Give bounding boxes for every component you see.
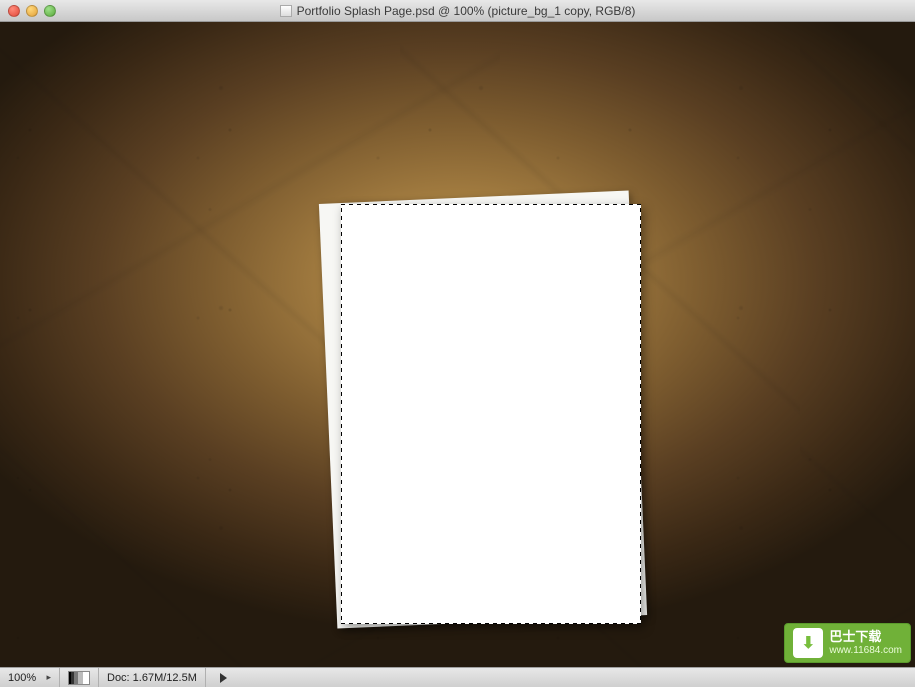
app-window: Portfolio Splash Page.psd @ 100% (pictur… bbox=[0, 0, 915, 687]
window-titlebar[interactable]: Portfolio Splash Page.psd @ 100% (pictur… bbox=[0, 0, 915, 22]
download-icon: ⬇ bbox=[793, 628, 823, 658]
exposure-strip-icon bbox=[68, 671, 90, 685]
play-arrow-icon bbox=[220, 673, 227, 683]
status-bar: 100% ▸ Doc: 1.67M/12.5M bbox=[0, 667, 915, 687]
window-controls bbox=[8, 5, 56, 17]
document-icon bbox=[280, 5, 292, 17]
watermark-url: www.11684.com bbox=[829, 645, 902, 656]
page-layer-front[interactable] bbox=[341, 204, 641, 624]
document-canvas[interactable] bbox=[0, 22, 915, 667]
minimize-button[interactable] bbox=[26, 5, 38, 17]
watermark-brand: 巴士下载 bbox=[829, 630, 902, 644]
window-title: Portfolio Splash Page.psd @ 100% (pictur… bbox=[0, 4, 915, 18]
close-button[interactable] bbox=[8, 5, 20, 17]
watermark-text: 巴士下载 www.11684.com bbox=[829, 630, 902, 655]
exposure-preview[interactable] bbox=[60, 668, 99, 687]
page-rectangle bbox=[341, 204, 641, 624]
status-menu-arrow[interactable] bbox=[206, 668, 235, 687]
doc-size-readout[interactable]: Doc: 1.67M/12.5M bbox=[99, 668, 206, 687]
zoom-value: 100% bbox=[8, 672, 36, 684]
watermark-badge: ⬇ 巴士下载 www.11684.com bbox=[784, 623, 911, 663]
doc-size-text: Doc: 1.67M/12.5M bbox=[107, 672, 197, 684]
chevron-right-icon: ▸ bbox=[46, 672, 51, 683]
zoom-level-field[interactable]: 100% ▸ bbox=[0, 668, 60, 687]
window-title-text: Portfolio Splash Page.psd @ 100% (pictur… bbox=[297, 4, 636, 18]
zoom-button[interactable] bbox=[44, 5, 56, 17]
